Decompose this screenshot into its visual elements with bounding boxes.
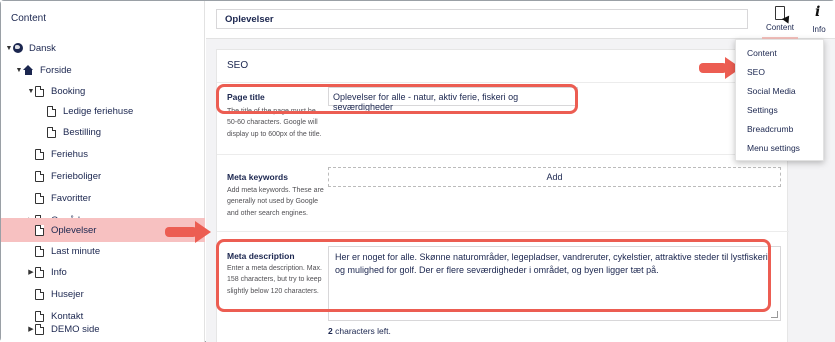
document-icon xyxy=(35,148,44,160)
document-icon xyxy=(35,224,44,236)
globe-icon xyxy=(13,43,23,53)
add-keyword-button[interactable]: Add xyxy=(328,167,781,187)
tree-item-ledige-feriehuse[interactable]: Ledige feriehuse xyxy=(1,100,205,122)
tree-item-label: Husejer xyxy=(51,288,84,300)
panel-title: SEO xyxy=(227,60,249,71)
tree-item-label: Ledige feriehuse xyxy=(63,105,134,117)
tree-item-label: Booking xyxy=(51,85,86,97)
tree-item-label: Oplevelser xyxy=(51,224,97,236)
tree-item-husejer[interactable]: Husejer xyxy=(1,283,205,305)
document-icon xyxy=(35,266,44,278)
tree-item-feriehus[interactable]: Feriehus xyxy=(1,143,205,165)
document-icon xyxy=(35,245,44,257)
tree-item-label: Last minute xyxy=(51,245,101,257)
meta-keywords-description: Add meta keywords. These are generally n… xyxy=(227,187,324,217)
tree-item-bestilling[interactable]: Bestilling xyxy=(1,121,205,143)
tree-item-dansk[interactable]: ▼ Dansk xyxy=(1,37,205,59)
editor-topbar: Oplevelser Content i Info xyxy=(206,1,835,39)
dropdown-item-content[interactable]: Content xyxy=(736,44,823,63)
chars-left-count: 2 xyxy=(328,326,333,336)
node-name-input[interactable]: Oplevelser xyxy=(216,9,748,29)
info-app-button[interactable]: i Info xyxy=(801,1,835,39)
pointer-arrow-icon xyxy=(165,221,211,243)
content-tree-sidebar: Content ▼ Dansk ▼ Forside ▼ Booking Ledi… xyxy=(1,1,205,342)
tree-item-forside[interactable]: ▼ Forside xyxy=(1,59,205,81)
tree-item-label: Info xyxy=(51,266,67,278)
document-icon xyxy=(35,288,44,300)
document-icon xyxy=(47,126,56,138)
tree-item-label: Favoritter xyxy=(51,192,92,204)
divider xyxy=(217,231,789,232)
caret-down-icon[interactable]: ▼ xyxy=(5,45,13,52)
dropdown-item-breadcrumb[interactable]: Breadcrumb xyxy=(736,120,823,139)
dropdown-item-settings[interactable]: Settings xyxy=(736,101,823,120)
tree-item-label: Bestilling xyxy=(63,126,102,138)
tree-item-label: Ferieboliger xyxy=(51,170,102,182)
meta-keywords-label: Meta keywords xyxy=(227,172,288,182)
home-icon xyxy=(23,65,34,75)
resize-handle-icon[interactable] xyxy=(771,311,778,318)
info-icon: i xyxy=(815,4,821,20)
tree-item-booking[interactable]: ▼ Booking xyxy=(1,80,205,102)
chars-left-counter: 2 characters left. xyxy=(328,326,391,336)
divider xyxy=(217,154,789,155)
chars-left-text: characters left. xyxy=(335,326,391,336)
content-apps-dropdown: Content SEO Social Media Settings Breadc… xyxy=(735,39,824,161)
tree-item-label: Dansk xyxy=(29,42,56,54)
document-icon xyxy=(35,85,44,97)
dropdown-item-social-media[interactable]: Social Media xyxy=(736,82,823,101)
caret-down-icon[interactable]: ▼ xyxy=(15,67,23,74)
caret-right-icon[interactable]: ▶ xyxy=(27,325,35,333)
document-icon xyxy=(35,323,44,335)
tree-item-last-minute[interactable]: Last minute xyxy=(1,240,205,262)
divider xyxy=(217,82,789,83)
document-icon xyxy=(35,170,44,182)
page-title-highlight xyxy=(216,84,578,114)
document-icon xyxy=(47,105,56,117)
caret-down-icon[interactable]: ▼ xyxy=(27,88,35,95)
content-app-label: Content xyxy=(765,23,795,32)
tree-item-demo-side[interactable]: ▶ DEMO side xyxy=(1,318,205,340)
tree-item-favoritter[interactable]: Favoritter xyxy=(1,187,205,209)
content-app-button[interactable]: Content xyxy=(762,1,798,39)
caret-right-icon[interactable]: ▶ xyxy=(27,268,35,276)
tree-item-label: Feriehus xyxy=(51,148,88,160)
meta-description-highlight xyxy=(216,239,771,312)
document-icon xyxy=(35,192,44,204)
sidebar-header: Content xyxy=(11,13,47,24)
info-app-label: Info xyxy=(812,25,826,34)
tree-item-ferieboliger[interactable]: Ferieboliger xyxy=(1,165,205,187)
dropdown-item-seo[interactable]: SEO xyxy=(736,63,823,82)
tree-item-label: DEMO side xyxy=(51,323,100,335)
tree-item-info[interactable]: ▶ Info xyxy=(1,261,205,283)
tree-item-label: Forside xyxy=(40,64,72,76)
dropdown-item-menu-settings[interactable]: Menu settings xyxy=(736,139,823,158)
